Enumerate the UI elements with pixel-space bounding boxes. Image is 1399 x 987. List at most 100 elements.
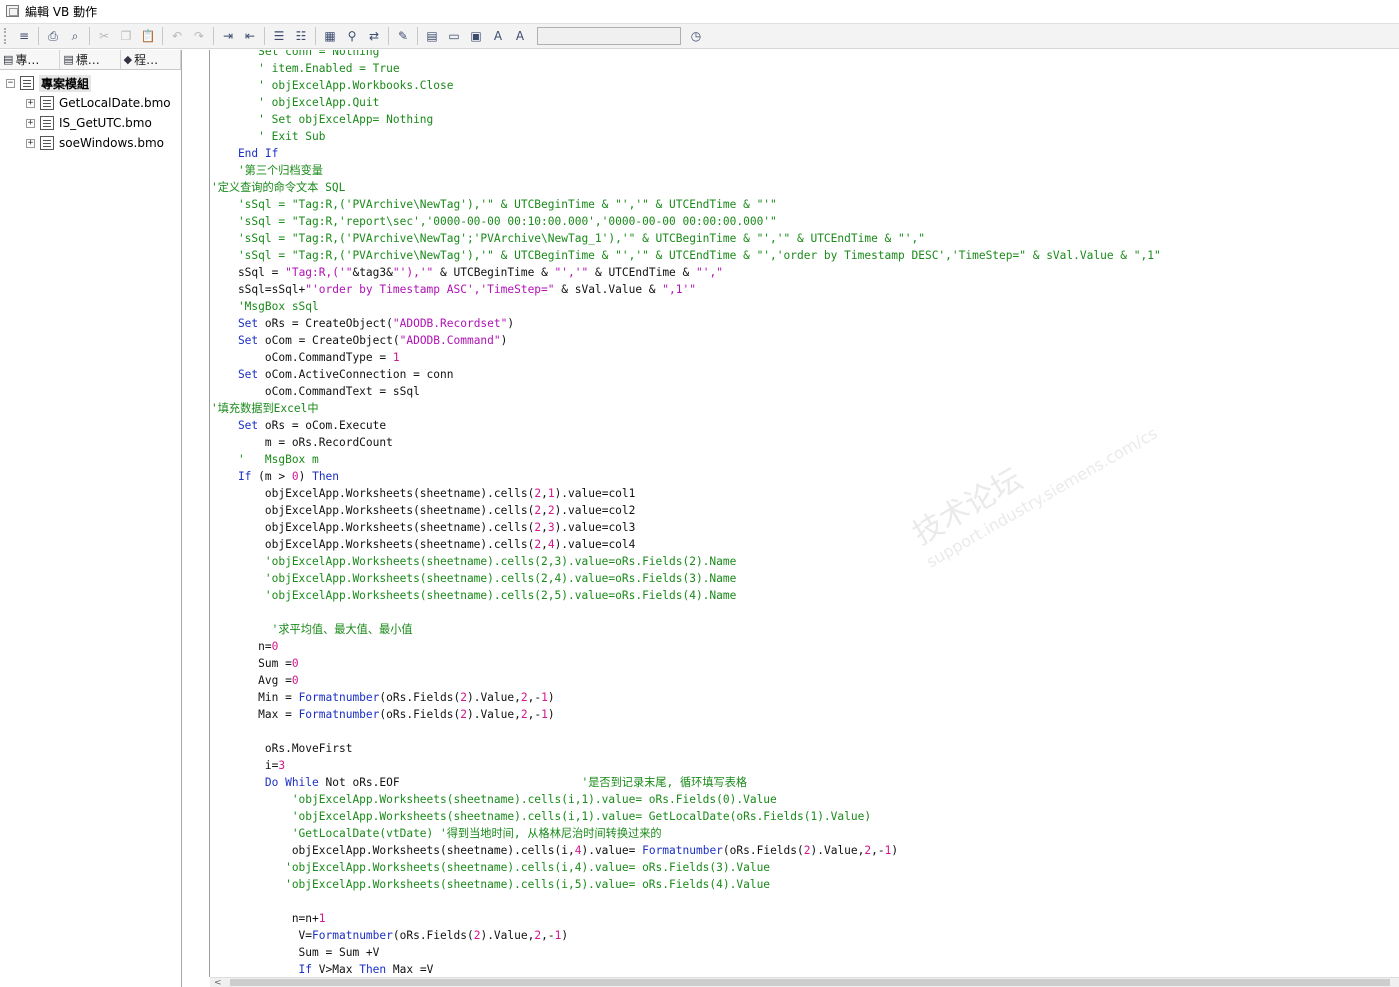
code-line[interactable]: If (m > 0) Then	[211, 468, 1399, 485]
panel-tabs: ▤ 專… ▤ 標… ◆ 程…	[0, 50, 181, 70]
code-line[interactable]: Do While Not oRs.EOF '是否到记录末尾, 循环填写表格	[211, 774, 1399, 791]
expand-icon[interactable]: +	[26, 118, 35, 128]
code-line[interactable]: 'sSql = "Tag:R,('PVArchive\NewTag'),'" &…	[211, 196, 1399, 213]
code-line[interactable]: Set conn = Nothing	[211, 50, 1399, 60]
code-line[interactable]: Set oCom.ActiveConnection = conn	[211, 366, 1399, 383]
paste-button[interactable]: 📋	[137, 25, 159, 47]
toolbar-combo[interactable]	[537, 27, 681, 45]
clock-button[interactable]: ◷	[685, 25, 707, 47]
find-button[interactable]: ⚲	[341, 25, 363, 47]
code-line[interactable]: 'sSql = "Tag:R,('PVArchive\NewTag'),'" &…	[211, 247, 1399, 264]
code-line[interactable]: oRs.MoveFirst	[211, 740, 1399, 757]
tree-item[interactable]: + GetLocalDate.bmo	[0, 93, 181, 113]
code-line[interactable]: End If	[211, 145, 1399, 162]
code-line[interactable]: objExcelApp.Worksheets(sheetname).cells(…	[211, 502, 1399, 519]
uncomment-button[interactable]: ☷	[290, 25, 312, 47]
cut-button[interactable]: ✂	[93, 25, 115, 47]
code-line[interactable]: 'GetLocalDate(vtDate) '得到当地时间, 从格林尼治时间转换…	[211, 825, 1399, 842]
breakpoint-button[interactable]: ✎	[392, 25, 414, 47]
code-line[interactable]: i=3	[211, 757, 1399, 774]
bookmark-button[interactable]: ▦	[319, 25, 341, 47]
code-line[interactable]: ' item.Enabled = True	[211, 60, 1399, 77]
tab-procedures[interactable]: ◆ 程…	[121, 50, 181, 69]
code-line[interactable]: Min = Formatnumber(oRs.Fields(2).Value,2…	[211, 689, 1399, 706]
code-line[interactable]: 'sSql = "Tag:R,('PVArchive\NewTag';'PVAr…	[211, 230, 1399, 247]
code-line[interactable]: Sum =0	[211, 655, 1399, 672]
code-line[interactable]	[211, 723, 1399, 740]
scroll-left-icon[interactable]: <	[214, 978, 222, 987]
code-line[interactable]: ' Exit Sub	[211, 128, 1399, 145]
code-line[interactable]: sSql=sSql+"'order by Timestamp ASC','Tim…	[211, 281, 1399, 298]
expand-icon[interactable]: +	[26, 138, 35, 148]
tree-item[interactable]: + soeWindows.bmo	[0, 133, 181, 153]
code-line[interactable]: '定义查询的命令文本 SQL	[211, 179, 1399, 196]
code-token: 'objExcelApp.Worksheets(sheetname).cells…	[211, 589, 737, 602]
code-line[interactable]	[211, 893, 1399, 910]
compile-button[interactable]: ▤	[421, 25, 443, 47]
code-line[interactable]: '求平均值、最大值、最小值	[211, 621, 1399, 638]
outdent-button[interactable]: ⇤	[239, 25, 261, 47]
copy-button[interactable]: ❐	[115, 25, 137, 47]
code-line[interactable]: 'sSql = "Tag:R,'report\sec','0000-00-00 …	[211, 213, 1399, 230]
code-line[interactable]: objExcelApp.Worksheets(sheetname).cells(…	[211, 536, 1399, 553]
undo-button[interactable]: ↶	[166, 25, 188, 47]
new-folder-button[interactable]: ▣	[465, 25, 487, 47]
tab-tags[interactable]: ▤ 標…	[60, 50, 121, 69]
code-line[interactable]: If V>Max Then Max =V	[211, 961, 1399, 977]
code-line[interactable]: 'objExcelApp.Worksheets(sheetname).cells…	[211, 808, 1399, 825]
tree-root[interactable]: − 專案模組	[0, 73, 181, 93]
redo-button[interactable]: ↷	[188, 25, 210, 47]
code-line[interactable]: m = oRs.RecordCount	[211, 434, 1399, 451]
code-line[interactable]: objExcelApp.Worksheets(sheetname).cells(…	[211, 519, 1399, 536]
text-button[interactable]: A	[509, 25, 531, 47]
scrollbar-thumb[interactable]	[230, 979, 1390, 986]
code-line[interactable]: Set oRs = oCom.Execute	[211, 417, 1399, 434]
code-token: "',"	[696, 266, 723, 279]
code-line[interactable]: 'objExcelApp.Worksheets(sheetname).cells…	[211, 587, 1399, 604]
code-line[interactable]: sSql = "Tag:R,('"&tag3&"'),'" & UTCBegin…	[211, 264, 1399, 281]
tab-project[interactable]: ▤ 專…	[0, 50, 61, 69]
code-line[interactable]: V=Formatnumber(oRs.Fields(2).Value,2,-1)	[211, 927, 1399, 944]
expand-icon[interactable]: +	[26, 98, 35, 108]
replace-button[interactable]: ⇄	[363, 25, 385, 47]
code-line[interactable]: oCom.CommandType = 1	[211, 349, 1399, 366]
code-line[interactable]: n=n+1	[211, 910, 1399, 927]
code-line[interactable]: ' objExcelApp.Workbooks.Close	[211, 77, 1399, 94]
code-line[interactable]: 'objExcelApp.Worksheets(sheetname).cells…	[211, 791, 1399, 808]
code-line[interactable]: Sum = Sum +V	[211, 944, 1399, 961]
code-line[interactable]: ' Set objExcelApp= Nothing	[211, 111, 1399, 128]
tree-item[interactable]: + IS_GetUTC.bmo	[0, 113, 181, 133]
code-line[interactable]: Set oRs = CreateObject("ADODB.Recordset"…	[211, 315, 1399, 332]
code-line[interactable]: oCom.CommandText = sSql	[211, 383, 1399, 400]
indent-button[interactable]: ⇥	[217, 25, 239, 47]
code-line[interactable]	[211, 604, 1399, 621]
editor-margin[interactable]	[183, 50, 210, 977]
open-folder-button[interactable]: ▭	[443, 25, 465, 47]
code-line[interactable]: n=0	[211, 638, 1399, 655]
code-line[interactable]: Max = Formatnumber(oRs.Fields(2).Value,2…	[211, 706, 1399, 723]
code-line[interactable]: Avg =0	[211, 672, 1399, 689]
code-line[interactable]: 'objExcelApp.Worksheets(sheetname).cells…	[211, 570, 1399, 587]
code-token: Then	[312, 470, 340, 483]
code-line[interactable]: 'objExcelApp.Worksheets(sheetname).cells…	[211, 553, 1399, 570]
format-button[interactable]: ≡	[13, 25, 35, 47]
comment-button[interactable]: ☰	[268, 25, 290, 47]
code-line[interactable]: ' objExcelApp.Quit	[211, 94, 1399, 111]
horizontal-scrollbar[interactable]: <	[210, 977, 1399, 987]
toolbar-grip[interactable]	[4, 28, 9, 44]
code-editor[interactable]: Set conn = Nothing ' item.Enabled = True…	[183, 50, 1399, 977]
code-line[interactable]: '第三个归档变量	[211, 162, 1399, 179]
code-line[interactable]: ' MsgBox m	[211, 451, 1399, 468]
code-line[interactable]: 'objExcelApp.Worksheets(sheetname).cells…	[211, 876, 1399, 893]
code-line[interactable]: 'MsgBox sSql	[211, 298, 1399, 315]
code-line[interactable]: '填充数据到Excel中	[211, 400, 1399, 417]
code-area[interactable]: Set conn = Nothing ' item.Enabled = True…	[211, 50, 1399, 977]
print-button[interactable]: ⎙	[42, 25, 64, 47]
code-line[interactable]: Set oCom = CreateObject("ADODB.Command")	[211, 332, 1399, 349]
collapse-icon[interactable]: −	[6, 78, 15, 88]
print-preview-button[interactable]: ⌕	[64, 25, 86, 47]
code-line[interactable]: 'objExcelApp.Worksheets(sheetname).cells…	[211, 859, 1399, 876]
code-line[interactable]: objExcelApp.Worksheets(sheetname).cells(…	[211, 842, 1399, 859]
code-line[interactable]: objExcelApp.Worksheets(sheetname).cells(…	[211, 485, 1399, 502]
font-button[interactable]: A	[487, 25, 509, 47]
